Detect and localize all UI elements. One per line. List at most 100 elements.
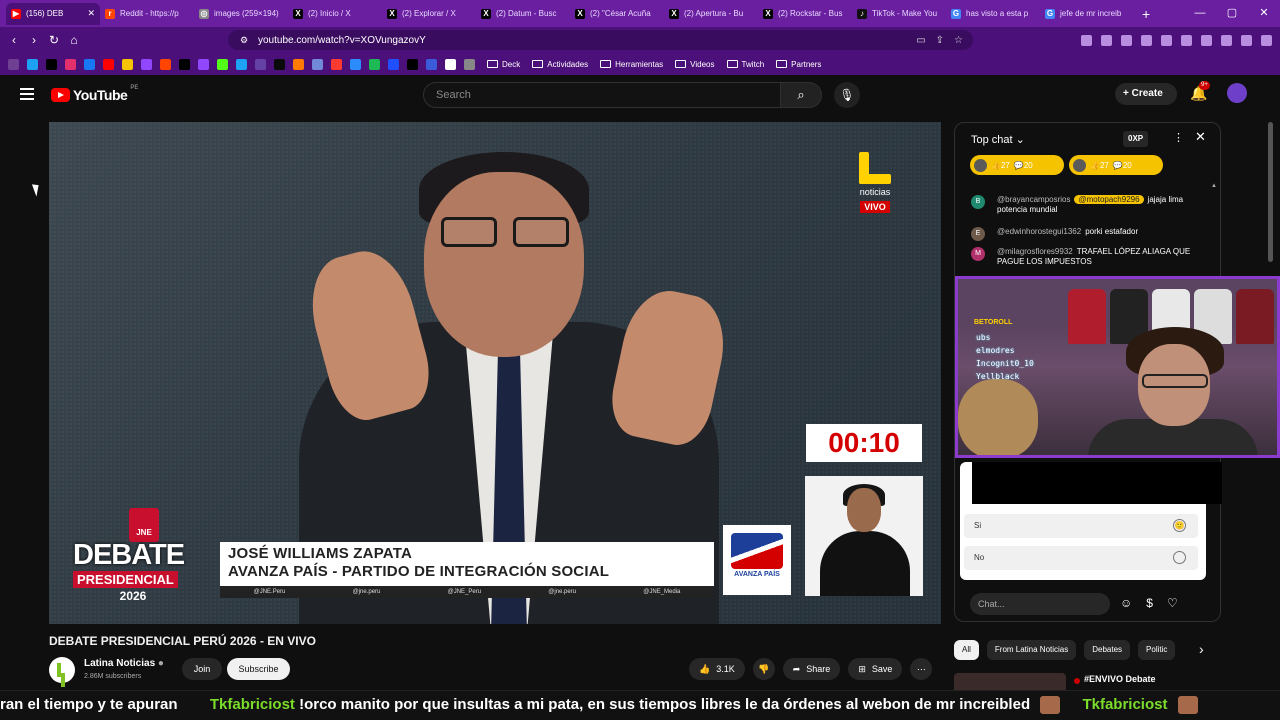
bookmark-favicon[interactable]: [198, 58, 209, 70]
author-avatar[interactable]: M: [971, 247, 985, 261]
bookmark-folder[interactable]: Deck: [487, 60, 520, 69]
close-chat-icon[interactable]: ✕: [1195, 129, 1206, 145]
bookmark-favicon[interactable]: [217, 58, 228, 70]
bookmark-favicon[interactable]: [407, 58, 418, 70]
filter-chip-all[interactable]: All: [954, 640, 979, 660]
extension-icon[interactable]: [1121, 34, 1132, 46]
bookmark-favicon[interactable]: [445, 58, 456, 70]
bookmark-favicon[interactable]: [103, 58, 114, 70]
chevron-right-icon[interactable]: ›: [1199, 641, 1204, 657]
bookmark-favicon[interactable]: [369, 58, 380, 70]
search-input[interactable]: Search: [423, 82, 781, 108]
home-icon[interactable]: ⌂: [64, 33, 84, 47]
chat-input[interactable]: Chat...: [970, 593, 1110, 615]
notifications-button[interactable]: 🔔 9+: [1190, 81, 1210, 102]
channel-avatar[interactable]: [49, 657, 75, 683]
browser-tab[interactable]: X (2) Rockstar - Bus: [758, 3, 852, 25]
like-button[interactable]: 👍 3.1K: [689, 658, 745, 680]
back-button[interactable]: ‹: [4, 33, 24, 47]
more-actions-button[interactable]: ⋯: [910, 658, 933, 680]
pinned-chip[interactable]: 👍27 💬20: [1069, 155, 1163, 175]
share-page-icon[interactable]: ⇪: [936, 35, 944, 46]
filter-chip-debates[interactable]: Debates: [1084, 640, 1131, 660]
author-avatar[interactable]: B: [971, 195, 985, 209]
page-scrollbar[interactable]: [1268, 122, 1273, 262]
share-button[interactable]: ➦ Share: [782, 658, 841, 680]
bookmark-favicon[interactable]: [274, 58, 285, 70]
close-window-button[interactable]: ✕: [1248, 0, 1280, 27]
chat-more-icon[interactable]: ⋮: [1173, 131, 1184, 144]
voice-search-button[interactable]: 🎙: [834, 82, 860, 108]
chat-scroll-up-icon[interactable]: ▲: [1211, 183, 1217, 189]
account-avatar[interactable]: [1227, 83, 1247, 103]
filter-chip-politics[interactable]: Politic: [1138, 640, 1176, 660]
extension-icon[interactable]: [1141, 34, 1152, 46]
bookmark-favicon[interactable]: [65, 58, 76, 70]
apps-icon[interactable]: [8, 58, 19, 70]
menu-icon[interactable]: [20, 88, 34, 103]
bookmark-favicon[interactable]: [141, 58, 152, 70]
subscribe-button[interactable]: Subscribe: [227, 658, 290, 680]
dislike-button[interactable]: 👎: [752, 658, 775, 680]
bookmark-favicon[interactable]: [46, 58, 57, 70]
forward-button[interactable]: ›: [24, 33, 44, 47]
bookmark-favicon[interactable]: [350, 58, 361, 70]
join-button[interactable]: Join: [182, 658, 222, 680]
bookmark-favicon[interactable]: [312, 58, 323, 70]
browser-tab[interactable]: X (2) Explorar / X: [382, 3, 476, 25]
bookmark-star-icon[interactable]: ☆: [954, 35, 963, 46]
browser-tab[interactable]: ♪ TikTok - Make You: [852, 3, 946, 25]
bookmark-folder[interactable]: Videos: [675, 60, 715, 69]
bookmark-favicon[interactable]: [84, 58, 95, 70]
poll-option-si[interactable]: Si 🙂: [964, 514, 1198, 538]
browser-tab[interactable]: X (2) "César Acuña: [570, 3, 664, 25]
bookmark-favicon[interactable]: [464, 58, 475, 70]
xp-badge[interactable]: 0XP: [1123, 131, 1149, 147]
bookmark-favicon[interactable]: [122, 58, 133, 70]
new-tab-button[interactable]: +: [1142, 6, 1150, 22]
reload-button[interactable]: ↻: [44, 33, 64, 47]
bookmark-folder[interactable]: Twitch: [726, 60, 764, 69]
extension-icon[interactable]: [1101, 34, 1112, 46]
browser-tab[interactable]: Gjefe de mr increib: [1040, 3, 1134, 25]
extension-icon[interactable]: [1161, 34, 1172, 46]
bookmark-folder[interactable]: Herramientas: [600, 60, 663, 69]
heart-icon[interactable]: ♡: [1167, 596, 1178, 610]
pinned-chip[interactable]: 👍27 💬20: [970, 155, 1064, 175]
recommended-title[interactable]: #ENVIVO Debate: [1084, 674, 1156, 684]
bookmark-favicon[interactable]: [160, 58, 171, 70]
site-info-icon[interactable]: ⚙: [240, 35, 248, 46]
create-button[interactable]: + Create: [1115, 83, 1177, 105]
cast-icon[interactable]: ▭: [916, 35, 925, 46]
channel-name[interactable]: Latina Noticias ●: [84, 658, 164, 669]
author-name[interactable]: @edwinhorostegui1362: [997, 227, 1081, 236]
menu-icon[interactable]: [1261, 34, 1272, 46]
author-name[interactable]: @milagrosflores9932: [997, 247, 1073, 256]
browser-tab[interactable]: ▶ (156) DEB ✕: [6, 2, 100, 25]
bookmark-favicon[interactable]: [236, 58, 247, 70]
search-button[interactable]: ⌕: [781, 82, 822, 108]
close-tab-icon[interactable]: ✕: [87, 8, 95, 19]
chat-mode-selector[interactable]: Top chat ⌄: [971, 133, 1025, 146]
maximize-button[interactable]: ▢: [1216, 0, 1248, 27]
browser-tab[interactable]: X (2) Apertura - Bu: [664, 3, 758, 25]
video-player[interactable]: noticias VIVO 00:10 JNE DEBATE PRESIDENC…: [49, 122, 941, 624]
filter-chip-channel[interactable]: From Latina Noticias: [986, 640, 1077, 660]
extension-icon[interactable]: [1081, 34, 1092, 46]
youtube-logo[interactable]: YouTube PE: [51, 85, 138, 103]
extension-icon[interactable]: [1221, 34, 1232, 46]
bookmark-favicon[interactable]: [293, 58, 304, 70]
mention[interactable]: @motopach9296: [1074, 195, 1144, 204]
browser-tab[interactable]: ◎ images (259×194): [194, 3, 288, 25]
bookmark-favicon[interactable]: [255, 58, 266, 70]
bookmark-favicon[interactable]: [331, 58, 342, 70]
emoji-icon[interactable]: ☺: [1120, 596, 1132, 610]
bookmark-folder[interactable]: Actividades: [532, 60, 588, 69]
extension-icon[interactable]: [1241, 34, 1252, 46]
bookmark-favicon[interactable]: [27, 58, 38, 70]
bookmark-folder[interactable]: Partners: [776, 60, 821, 69]
poll-option-no[interactable]: No: [964, 546, 1198, 570]
save-button[interactable]: ⊞ Save: [848, 658, 903, 680]
bookmark-favicon[interactable]: [426, 58, 437, 70]
address-bar[interactable]: ⚙ youtube.com/watch?v=XOVungazovY ▭ ⇪ ☆: [228, 30, 973, 50]
